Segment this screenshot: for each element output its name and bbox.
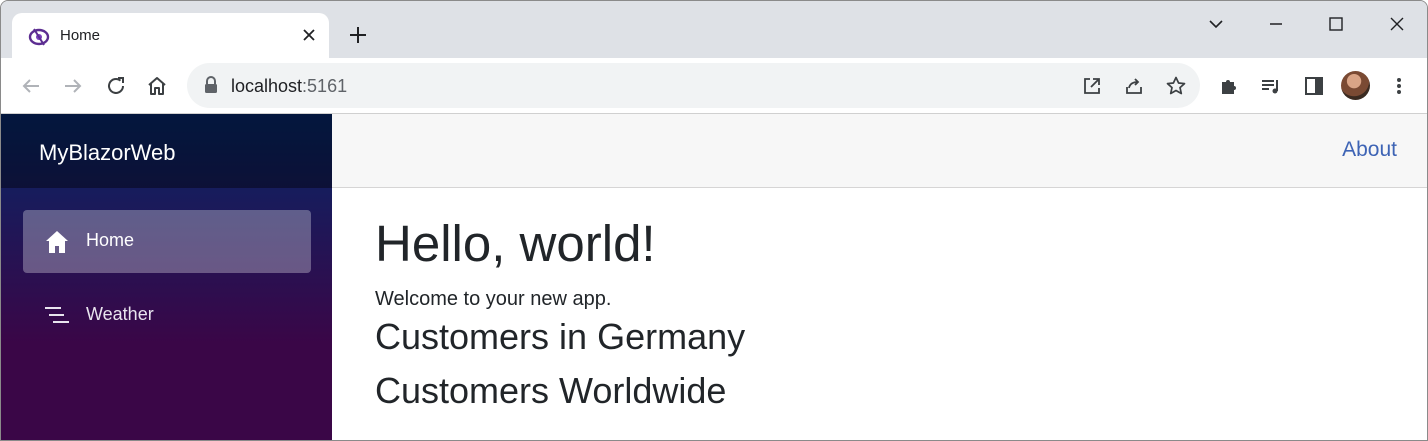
reload-icon[interactable] bbox=[104, 74, 128, 98]
nav-label-home: Home bbox=[86, 230, 135, 250]
extensions-puzzle-icon[interactable] bbox=[1217, 74, 1241, 98]
chevron-down-icon[interactable] bbox=[1205, 13, 1227, 35]
back-arrow-icon[interactable] bbox=[19, 74, 43, 98]
section-heading-germany: Customers in Germany bbox=[375, 316, 746, 357]
url-host: localhost bbox=[231, 76, 303, 96]
plus-icon[interactable] bbox=[347, 24, 369, 46]
welcome-text: Welcome to your new app. bbox=[375, 288, 612, 310]
nav-item-weather[interactable]: Weather bbox=[23, 284, 311, 347]
close-icon[interactable] bbox=[299, 25, 319, 45]
profile-avatar[interactable] bbox=[1341, 71, 1370, 100]
nav-label-weather: Weather bbox=[86, 304, 154, 324]
lock-icon[interactable] bbox=[203, 76, 219, 94]
minimize-icon[interactable] bbox=[1265, 13, 1287, 35]
media-control-icon[interactable] bbox=[1259, 74, 1283, 98]
blazor-icon bbox=[28, 28, 50, 46]
page-heading: Hello, world! bbox=[375, 215, 656, 272]
maximize-icon[interactable] bbox=[1325, 13, 1347, 35]
url-text: localhost:5161 bbox=[231, 76, 347, 97]
forward-arrow-icon[interactable] bbox=[61, 74, 85, 98]
tab-title: Home bbox=[60, 27, 101, 44]
tab-strip: Home bbox=[1, 1, 1427, 59]
brand-link[interactable]: MyBlazorWeb bbox=[39, 140, 176, 166]
star-icon[interactable] bbox=[1164, 74, 1188, 98]
brand-bar: MyBlazorWeb bbox=[1, 114, 332, 188]
about-link[interactable]: About bbox=[1342, 138, 1397, 162]
browser-window: Home localhost:5161 MyBlazorWeb Home Wea… bbox=[0, 0, 1428, 441]
more-vertical-icon[interactable] bbox=[1387, 74, 1411, 98]
top-row: About bbox=[332, 114, 1427, 188]
window-close-icon[interactable] bbox=[1386, 13, 1408, 35]
home-icon[interactable] bbox=[145, 74, 169, 98]
house-icon bbox=[46, 231, 68, 253]
nav-item-home[interactable]: Home bbox=[23, 210, 311, 273]
sidebar: MyBlazorWeb Home Weather bbox=[1, 114, 332, 440]
web-page: MyBlazorWeb Home Weather About Hello, wo… bbox=[1, 114, 1427, 440]
list-lines-icon bbox=[45, 307, 69, 323]
address-bar[interactable]: localhost:5161 bbox=[187, 63, 1200, 108]
open-external-icon[interactable] bbox=[1080, 74, 1104, 98]
section-heading-worldwide: Customers Worldwide bbox=[375, 370, 727, 411]
side-panel-icon[interactable] bbox=[1302, 74, 1326, 98]
tab-home[interactable]: Home bbox=[12, 13, 329, 59]
url-port: :5161 bbox=[302, 76, 348, 96]
browser-toolbar: localhost:5161 bbox=[1, 58, 1427, 114]
share-icon[interactable] bbox=[1122, 74, 1146, 98]
